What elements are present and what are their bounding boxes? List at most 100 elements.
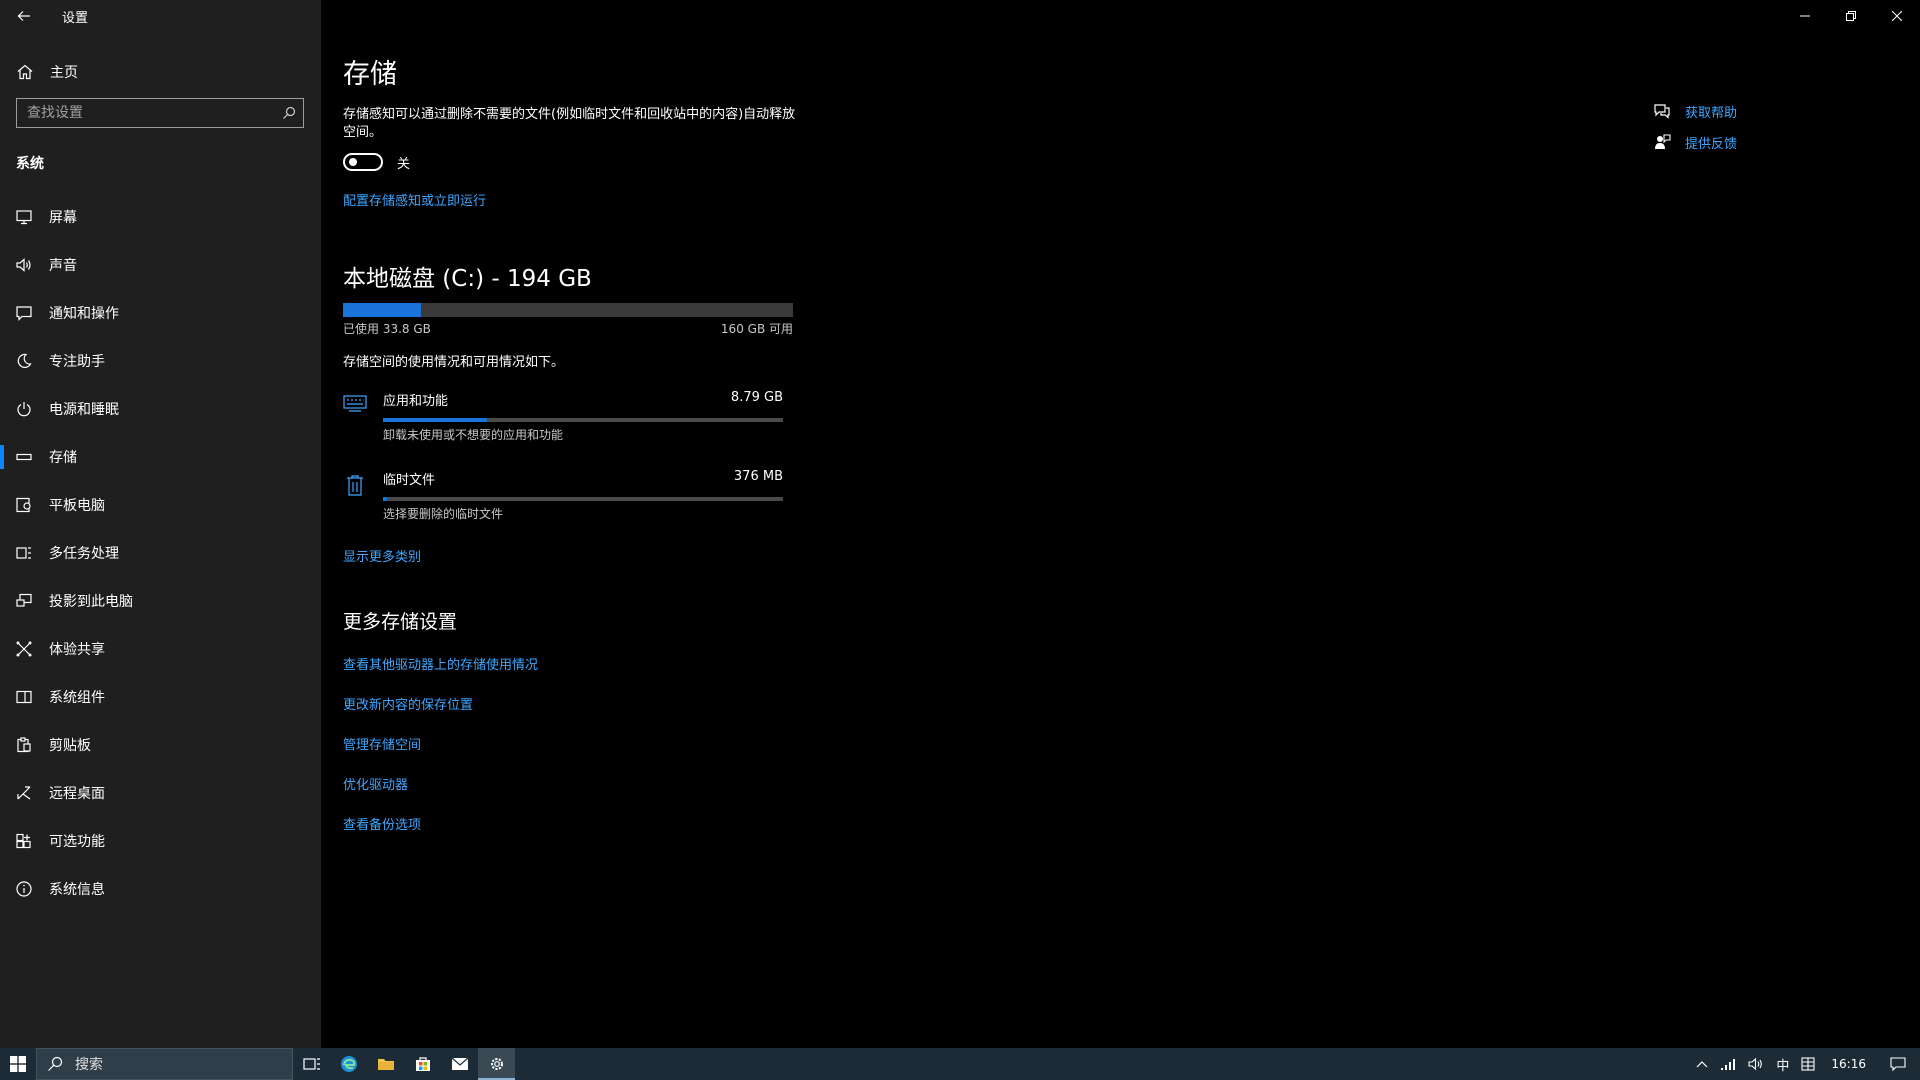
link-manage-storage-spaces[interactable]: 管理存储空间 xyxy=(343,734,823,753)
storage-sense-toggle[interactable] xyxy=(343,153,383,171)
sidebar-item-focus-assist[interactable]: 专注助手 xyxy=(0,337,321,385)
link-backup-options[interactable]: 查看备份选项 xyxy=(343,814,823,833)
components-icon xyxy=(15,688,33,706)
moon-icon xyxy=(15,352,33,370)
sidebar-item-about[interactable]: 系统信息 xyxy=(0,865,321,913)
taskbar-app-settings[interactable] xyxy=(478,1048,515,1080)
store-bag-icon xyxy=(415,1057,430,1071)
share-icon xyxy=(15,640,33,658)
configure-storage-sense-link[interactable]: 配置存储感知或立即运行 xyxy=(343,190,486,209)
disk-summary: 存储空间的使用情况和可用情况如下。 xyxy=(343,355,565,370)
settings-search[interactable] xyxy=(16,98,304,128)
clock[interactable]: 16:16 xyxy=(1821,1048,1876,1080)
storage-icon xyxy=(15,448,33,466)
project-icon xyxy=(15,592,33,610)
input-method-indicator[interactable]: 中 xyxy=(1770,1048,1795,1080)
category-size: 8.79 GB xyxy=(730,390,783,405)
network-button[interactable] xyxy=(1714,1048,1742,1080)
chevron-up-icon xyxy=(1696,1061,1708,1068)
sidebar-item-system-components[interactable]: 系统组件 xyxy=(0,673,321,721)
disk-title: 本地磁盘 (C:) - 194 GB xyxy=(343,266,592,292)
trash-icon xyxy=(343,469,383,522)
taskbar-app-edge[interactable] xyxy=(330,1048,367,1080)
volume-button[interactable] xyxy=(1742,1048,1770,1080)
link-change-save-location[interactable]: 更改新内容的保存位置 xyxy=(343,694,823,713)
sidebar-item-multitasking[interactable]: 多任务处理 xyxy=(0,529,321,577)
sidebar-item-notifications[interactable]: 通知和操作 xyxy=(0,289,321,337)
sidebar-item-home[interactable]: 主页 xyxy=(0,52,321,92)
taskbar-search[interactable]: 搜索 xyxy=(36,1048,293,1080)
sidebar-item-clipboard[interactable]: 剪贴板 xyxy=(0,721,321,769)
sidebar-item-display[interactable]: 屏幕 xyxy=(0,193,321,241)
sidebar-item-tablet[interactable]: 平板电脑 xyxy=(0,481,321,529)
home-label: 主页 xyxy=(50,65,78,81)
main-pane: 存储 存储感知可以通过删除不需要的文件(例如临时文件和回收站中的内容)自动释放空… xyxy=(321,0,1920,1048)
clipboard-icon xyxy=(15,736,33,754)
search-icon[interactable] xyxy=(275,106,303,120)
network-icon xyxy=(1721,1059,1736,1070)
info-icon xyxy=(15,880,33,898)
task-view-button[interactable] xyxy=(293,1048,330,1080)
keyboard-icon xyxy=(343,390,383,443)
minimize-button[interactable] xyxy=(1782,0,1828,32)
close-icon xyxy=(1892,11,1902,21)
category-temp-files[interactable]: 临时文件 376 MB 选择要删除的临时文件 xyxy=(343,469,783,522)
minimize-icon xyxy=(1800,15,1810,17)
close-button[interactable] xyxy=(1874,0,1920,32)
volume-icon xyxy=(1748,1057,1763,1071)
show-hidden-icons-button[interactable] xyxy=(1690,1048,1714,1080)
sidebar-item-optional-features[interactable]: 可选功能 xyxy=(0,817,321,865)
back-arrow-icon xyxy=(17,11,30,21)
sidebar-item-label: 电源和睡眠 xyxy=(49,402,119,418)
link-optimize-drives[interactable]: 优化驱动器 xyxy=(343,774,823,793)
category-usage-fill xyxy=(383,418,487,422)
show-more-categories-link[interactable]: 显示更多类别 xyxy=(343,546,421,565)
category-name: 应用和功能 xyxy=(383,394,449,409)
feedback-label: 提供反馈 xyxy=(1685,136,1738,152)
category-subtitle: 选择要删除的临时文件 xyxy=(383,507,504,521)
taskbar-app-store[interactable] xyxy=(404,1048,441,1080)
get-help-link[interactable]: 获取帮助 xyxy=(1653,100,1737,122)
restore-button[interactable] xyxy=(1828,0,1874,32)
category-subtitle: 卸载未使用或不想要的应用和功能 xyxy=(383,428,564,442)
disk-usage-meta: 已使用 33.8 GB 160 GB 可用 xyxy=(343,320,793,337)
taskbar-search-label: 搜索 xyxy=(75,1057,103,1073)
ime-mode-button[interactable] xyxy=(1795,1048,1821,1080)
category-size: 376 MB xyxy=(733,469,783,484)
taskbar-app-file-explorer[interactable] xyxy=(367,1048,404,1080)
help-panel: 获取帮助 提供反馈 xyxy=(1653,100,1737,162)
feedback-link[interactable]: 提供反馈 xyxy=(1653,131,1737,153)
sidebar-item-power[interactable]: 电源和睡眠 xyxy=(0,385,321,433)
app-title: 设置 xyxy=(62,10,89,26)
sidebar-item-label: 屏幕 xyxy=(49,210,77,226)
notification-icon xyxy=(15,304,33,322)
sidebar-item-remote-desktop[interactable]: 远程桌面 xyxy=(0,769,321,817)
windows-logo-icon xyxy=(10,1056,26,1072)
sidebar-item-project[interactable]: 投影到此电脑 xyxy=(0,577,321,625)
multitask-icon xyxy=(15,544,33,562)
task-view-icon xyxy=(302,1058,320,1070)
sidebar-item-label: 体验共享 xyxy=(49,642,105,658)
power-icon xyxy=(15,400,33,418)
category-body: 临时文件 376 MB 选择要删除的临时文件 xyxy=(383,469,783,522)
back-button[interactable] xyxy=(12,4,36,28)
sidebar-item-label: 多任务处理 xyxy=(49,546,119,562)
feedback-icon xyxy=(1655,134,1671,149)
taskbar-app-mail[interactable] xyxy=(441,1048,478,1080)
link-other-drives-usage[interactable]: 查看其他驱动器上的存储使用情况 xyxy=(343,654,823,673)
sidebar-item-shared-experiences[interactable]: 体验共享 xyxy=(0,625,321,673)
sidebar-item-label: 系统组件 xyxy=(49,690,105,706)
ime-grid-icon xyxy=(1801,1057,1815,1071)
settings-window: 设置 主页 系统 屏幕 声音 通知 xyxy=(0,0,1920,1048)
start-button[interactable] xyxy=(0,1048,36,1080)
speaker-icon xyxy=(15,256,33,274)
optional-features-icon xyxy=(15,832,33,850)
sidebar-item-sound[interactable]: 声音 xyxy=(0,241,321,289)
action-center-button[interactable] xyxy=(1876,1048,1920,1080)
toggle-knob xyxy=(349,158,357,166)
category-apps-features[interactable]: 应用和功能 8.79 GB 卸载未使用或不想要的应用和功能 xyxy=(343,390,783,443)
sidebar-item-storage[interactable]: 存储 xyxy=(0,433,321,481)
storage-sense-toggle-row: 关 xyxy=(343,150,823,174)
category-header: 临时文件 376 MB xyxy=(383,469,783,488)
settings-search-input[interactable] xyxy=(17,104,275,122)
